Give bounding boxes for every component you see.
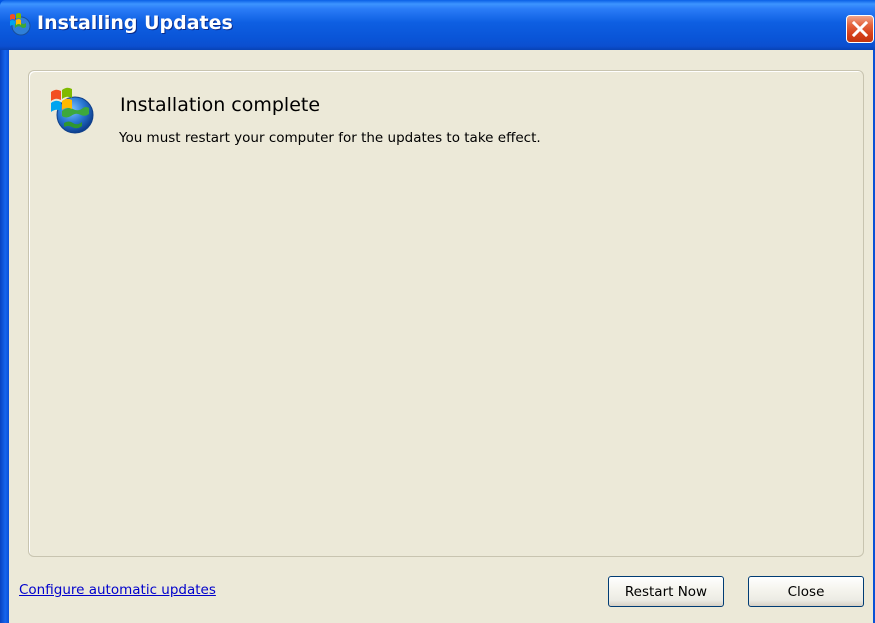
configure-automatic-updates-link[interactable]: Configure automatic updates	[19, 582, 216, 598]
windows-update-icon	[7, 11, 33, 37]
window-close-button[interactable]	[846, 15, 874, 43]
close-button[interactable]: Close	[748, 576, 864, 607]
title-bar[interactable]: Installing Updates	[0, 0, 875, 50]
restart-now-button[interactable]: Restart Now	[608, 576, 724, 607]
window-frame-left	[0, 50, 9, 623]
windows-update-globe-icon	[46, 84, 98, 136]
restart-message: You must restart your computer for the u…	[119, 130, 541, 146]
close-label: Close	[787, 583, 825, 600]
close-icon	[851, 20, 869, 38]
content-panel: Installation complete You must restart y…	[28, 70, 864, 557]
dialog-client-area: Installation complete You must restart y…	[9, 50, 873, 623]
installing-updates-window: Installing Updates Installation complete…	[0, 0, 875, 623]
window-title: Installing Updates	[37, 12, 233, 34]
installation-status-heading: Installation complete	[120, 94, 321, 116]
restart-now-label: Restart Now	[624, 583, 708, 600]
